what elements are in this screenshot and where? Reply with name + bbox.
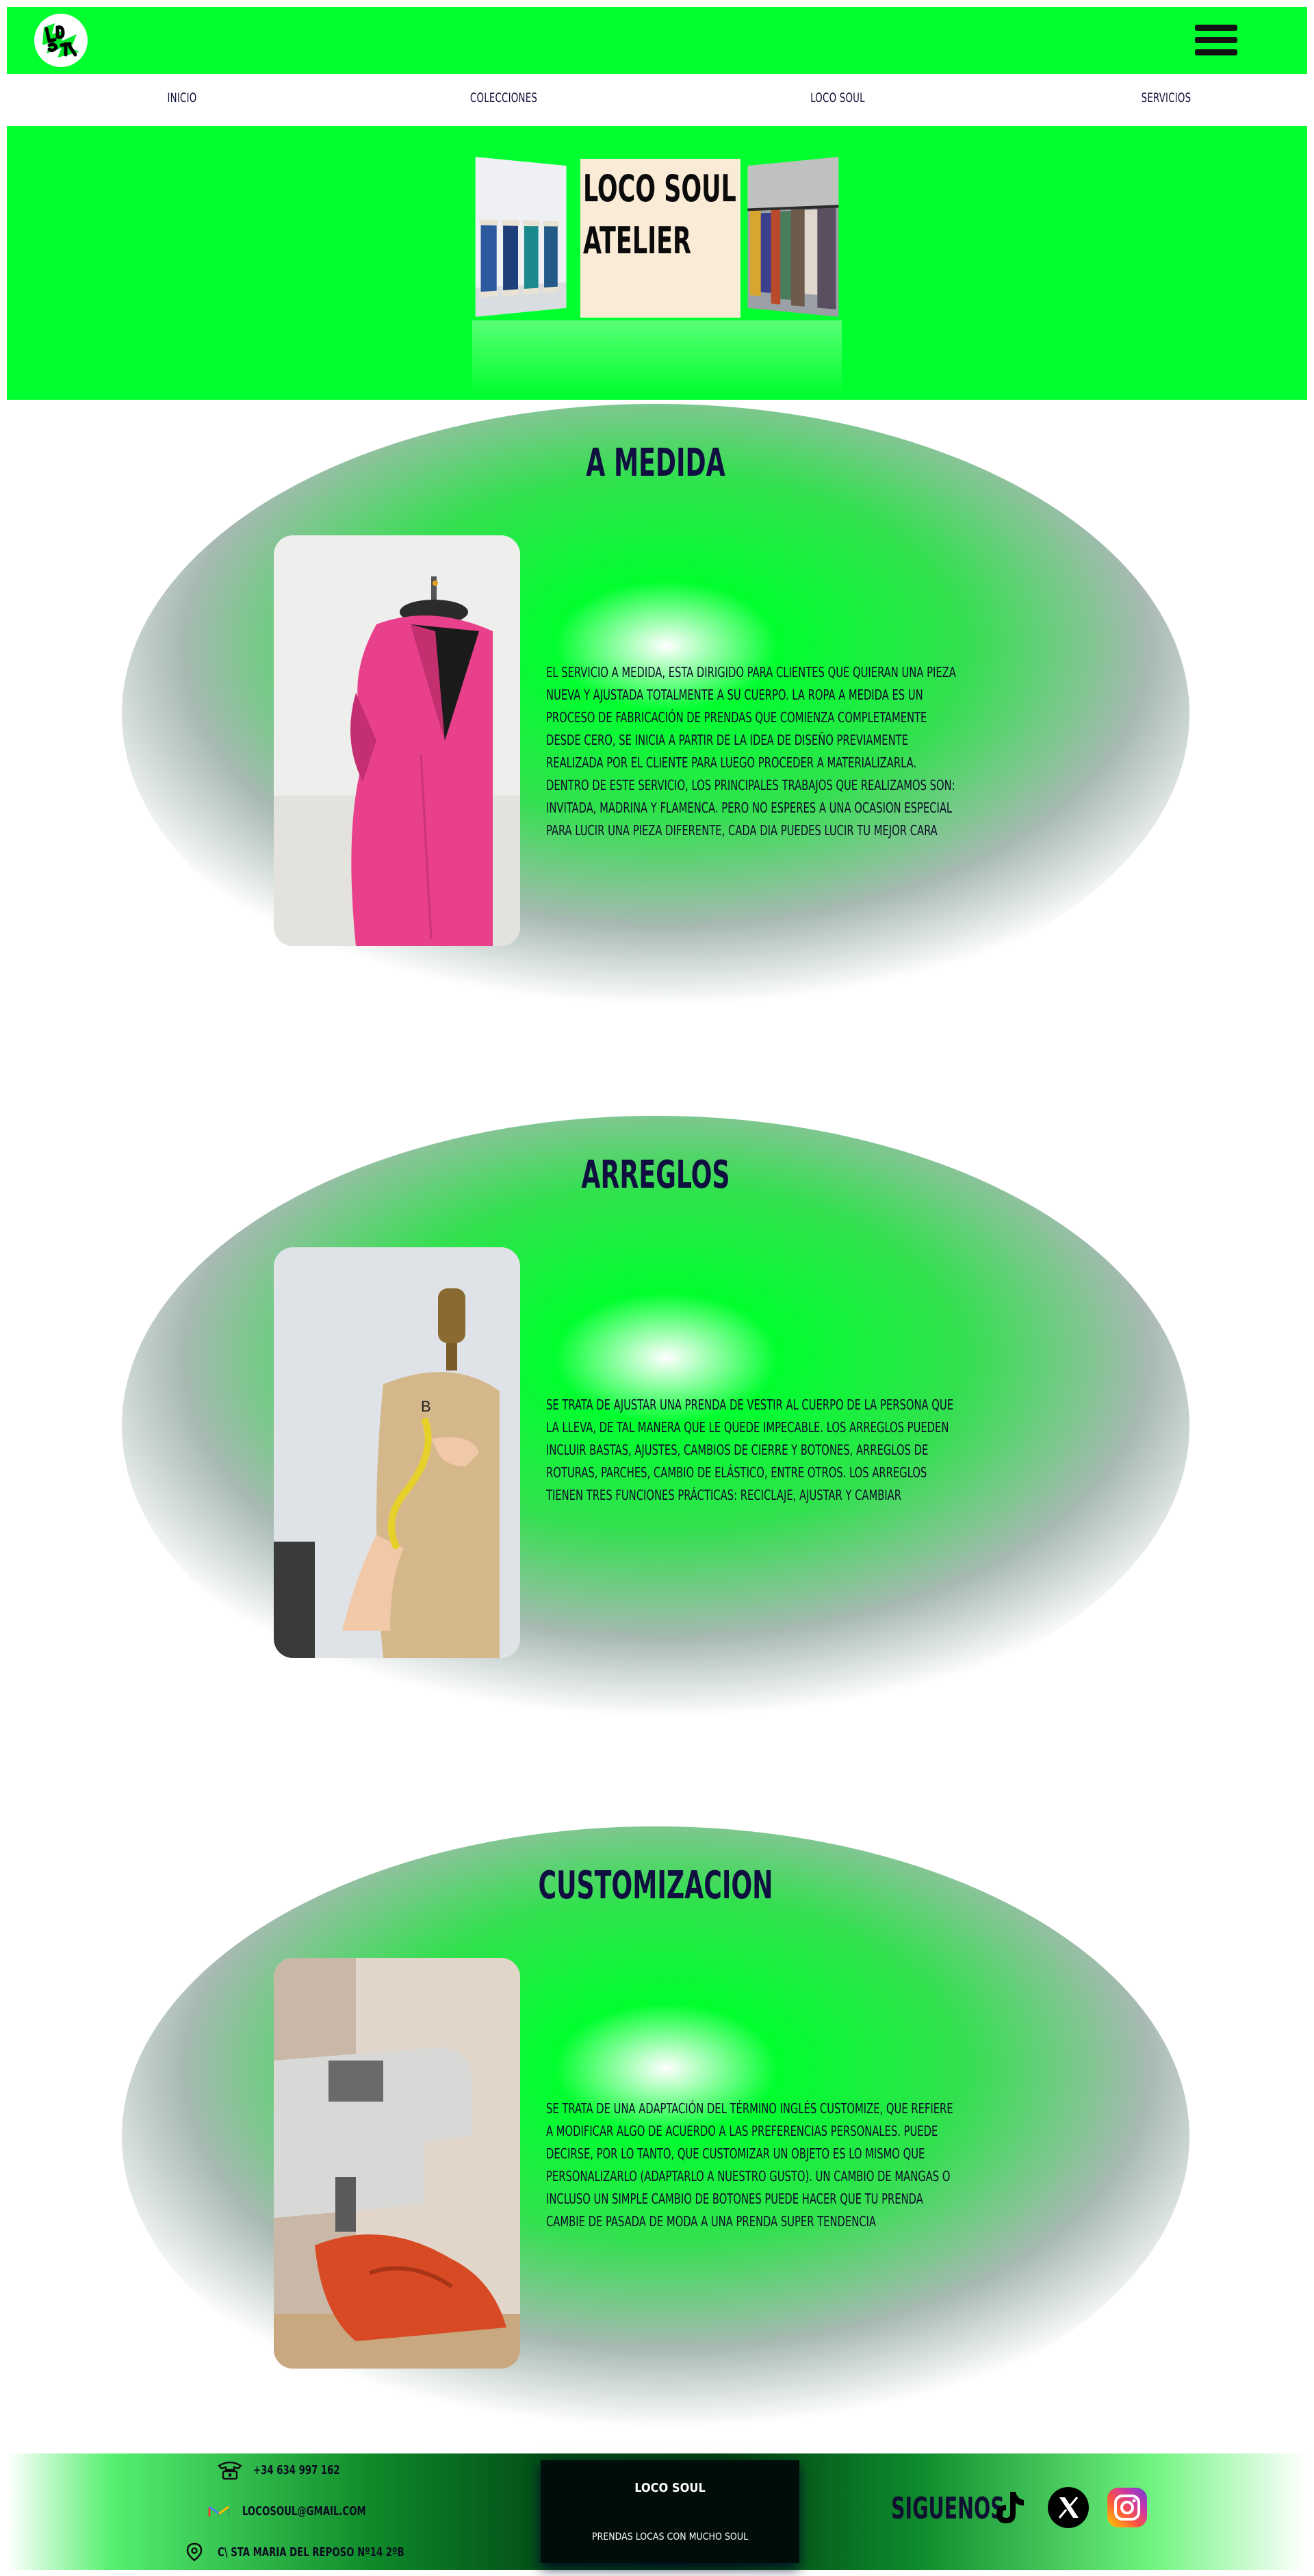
- carousel-slide-title[interactable]: LOCO SOUL ATELIER: [580, 159, 740, 318]
- hero-title-line-1: LOCO SOUL: [583, 167, 736, 210]
- section-image-sewing-machine: [274, 1958, 520, 2369]
- nav-item-colecciones[interactable]: COLECCIONES: [424, 90, 584, 105]
- pink-dress-mannequin-image: [274, 535, 520, 946]
- carousel-slide-threads[interactable]: [475, 157, 567, 317]
- contact-email[interactable]: LOCOSOUL@GMAIL.COM: [205, 2500, 393, 2522]
- clothing-rack-image: [747, 157, 839, 317]
- nav-item-inicio[interactable]: INICIO: [102, 90, 262, 105]
- instagram-icon-graphic: [1107, 2488, 1147, 2527]
- section-description: Se trata de una adaptación del término i…: [546, 2100, 953, 2230]
- top-bar: [7, 7, 1307, 74]
- location-icon: [186, 2542, 203, 2562]
- service-section-a-medida: A MEDIDA El servicio a medida, esta diri…: [122, 404, 1189, 1024]
- contact-phone-text: +34 634 997 162: [253, 2462, 340, 2477]
- section-title: ARREGLOS: [581, 1153, 730, 1197]
- carousel-slide-clothing-rack[interactable]: [747, 157, 839, 317]
- contact-email-text: LOCOSOUL@GMAIL.COM: [242, 2503, 366, 2518]
- contact-address[interactable]: C\ STA MARIA DEL REPOSO Nº14 2ºB: [181, 2541, 446, 2563]
- mail-icon: [208, 2505, 230, 2516]
- carousel-reflection: [472, 320, 842, 396]
- nav-item-servicios[interactable]: SERVICIOS: [1086, 90, 1246, 105]
- hero-banner: LOCO SOUL ATELIER: [7, 126, 1307, 400]
- main-navigation: INICIO COLECCIONES LOCO SOUL SERVICIOS: [7, 74, 1307, 126]
- section-description: Se trata de ajustar una prenda de vestir…: [546, 1397, 954, 1503]
- footer-card-subtitle: PRENDAS LOCAS CON MUCHO SOUL: [591, 2532, 749, 2542]
- service-section-arreglos: ARREGLOS B Se trata de ajustar una prend…: [122, 1116, 1189, 1736]
- brand-logo-graphic: [36, 15, 86, 66]
- brand-logo[interactable]: [34, 14, 88, 67]
- footer: +34 634 997 162 LOCOSOUL@GMAIL.COM C\ ST…: [7, 2453, 1307, 2570]
- contact-address-text: C\ STA MARIA DEL REPOSO Nº14 2ºB: [218, 2545, 404, 2560]
- svg-text:B: B: [421, 1398, 431, 1415]
- x-icon[interactable]: [1047, 2486, 1090, 2529]
- tiktok-icon-graphic: [996, 2492, 1024, 2523]
- contact-phone[interactable]: +34 634 997 162: [216, 2459, 359, 2481]
- section-image-tailor-measuring: B: [274, 1247, 520, 1658]
- footer-card-title: LOCO SOUL: [634, 2481, 706, 2495]
- nav-item-loco-soul[interactable]: LOCO SOUL: [758, 90, 918, 105]
- thread-spools-image: [475, 157, 567, 317]
- instagram-icon[interactable]: [1106, 2486, 1148, 2529]
- x-icon-graphic: [1048, 2487, 1089, 2528]
- phone-icon: [218, 2461, 242, 2480]
- section-title: CUSTOMIZACION: [538, 1863, 773, 1908]
- sewing-machine-image: [274, 1958, 520, 2369]
- menu-icon[interactable]: [1192, 21, 1240, 60]
- hero-title-line-2: ATELIER: [583, 219, 691, 262]
- hero-title: LOCO SOUL ATELIER: [583, 163, 736, 267]
- section-image-mannequin-pink: [274, 535, 520, 946]
- section-title: A MEDIDA: [586, 441, 725, 485]
- tailor-measuring-image: B: [274, 1247, 520, 1658]
- footer-brand-card: LOCO SOUL PRENDAS LOCAS CON MUCHO SOUL: [541, 2460, 799, 2563]
- tiktok-icon[interactable]: [987, 2486, 1029, 2529]
- section-description: El servicio a medida, esta dirigido para…: [546, 664, 956, 839]
- service-section-customizacion: CUSTOMIZACION Se trata de una adaptación…: [122, 1826, 1189, 2447]
